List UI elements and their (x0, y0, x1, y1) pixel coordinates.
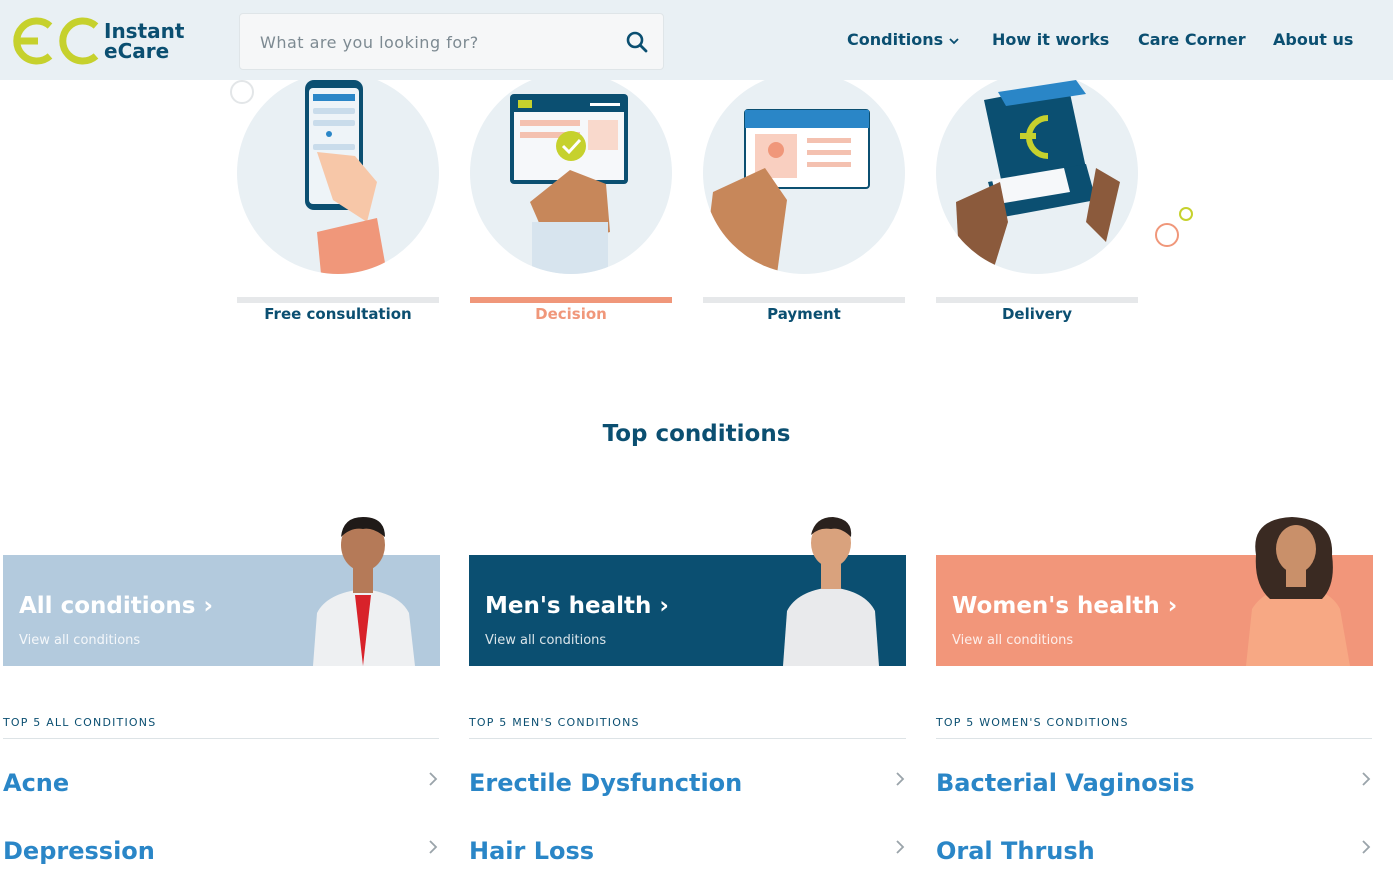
logo-mark-icon (13, 17, 99, 65)
card-title: Women's health › (952, 593, 1177, 619)
card-title: Men's health › (485, 593, 669, 619)
logo-text: Instant eCare (104, 21, 184, 61)
doctor-photo (313, 517, 415, 666)
list-item-acne[interactable]: Acne (3, 769, 69, 797)
step-progress-bar (703, 297, 905, 303)
step-progress-bar (237, 297, 439, 303)
decision-illustration (470, 72, 672, 274)
list-heading: TOP 5 MEN'S CONDITIONS (469, 716, 640, 729)
card-title: All conditions › (19, 593, 213, 619)
search-box (239, 13, 664, 70)
card-subtitle[interactable]: View all conditions (485, 633, 606, 648)
chevron-right-icon[interactable] (427, 839, 439, 855)
card-all-conditions[interactable]: All conditions › View all conditions (3, 517, 440, 666)
divider (3, 738, 439, 739)
card-subtitle[interactable]: View all conditions (19, 633, 140, 648)
decorative-circle (230, 80, 254, 104)
chevron-right-icon[interactable] (1360, 771, 1372, 787)
chevron-down-icon (949, 37, 959, 44)
nav-conditions-label: Conditions (847, 30, 944, 49)
nav-how-it-works[interactable]: How it works (992, 30, 1109, 52)
card-title-text: Women's health (952, 593, 1160, 619)
list-item-oral-thrush[interactable]: Oral Thrush (936, 837, 1095, 865)
phone-hand-illustration (237, 72, 439, 274)
list-item-erectile-dysfunction[interactable]: Erectile Dysfunction (469, 769, 742, 797)
chevron-right-icon: › (1167, 593, 1178, 619)
decorative-circle (1155, 223, 1179, 247)
list-item-depression[interactable]: Depression (3, 837, 155, 865)
nav-conditions[interactable]: Conditions (847, 30, 959, 52)
list-heading: TOP 5 WOMEN'S CONDITIONS (936, 716, 1129, 729)
step-label: Decision (535, 305, 607, 323)
card-mens-health[interactable]: Men's health › View all conditions (469, 517, 906, 666)
decorative-circle (1179, 207, 1193, 221)
search-input[interactable] (260, 28, 610, 56)
card-subtitle[interactable]: View all conditions (952, 633, 1073, 648)
chevron-right-icon[interactable] (894, 771, 906, 787)
logo-line-2: eCare (104, 39, 170, 63)
logo[interactable]: Instant eCare (10, 14, 185, 68)
payment-card-illustration (703, 72, 905, 274)
step-label: Free consultation (264, 305, 412, 323)
card-title-text: Men's health (485, 593, 652, 619)
man-photo (783, 517, 879, 666)
list-item-hair-loss[interactable]: Hair Loss (469, 837, 594, 865)
chevron-right-icon[interactable] (894, 839, 906, 855)
card-title-text: All conditions (19, 593, 196, 619)
delivery-box-illustration (936, 72, 1138, 274)
section-title: Top conditions (602, 421, 791, 447)
chevron-right-icon: › (659, 593, 669, 619)
list-item-bacterial-vaginosis[interactable]: Bacterial Vaginosis (936, 769, 1195, 797)
list-heading: TOP 5 ALL CONDITIONS (3, 716, 157, 729)
chevron-right-icon: › (203, 593, 213, 619)
nav-care-corner[interactable]: Care Corner (1138, 30, 1246, 52)
step-progress-bar (470, 297, 672, 303)
search-icon[interactable] (625, 30, 649, 54)
divider (936, 738, 1372, 739)
step-label: Payment (767, 305, 841, 323)
chevron-right-icon[interactable] (427, 771, 439, 787)
site-header: Instant eCare Conditions How it works Ca… (0, 0, 1393, 80)
step-label: Delivery (1001, 305, 1073, 323)
logo-line-1: Instant (104, 19, 185, 43)
nav-about-us[interactable]: About us (1273, 30, 1353, 52)
woman-photo (1246, 517, 1350, 666)
chevron-right-icon[interactable] (1360, 839, 1372, 855)
divider (469, 738, 906, 739)
step-progress-bar (936, 297, 1138, 303)
card-womens-health[interactable]: Women's health › View all conditions (936, 517, 1373, 666)
